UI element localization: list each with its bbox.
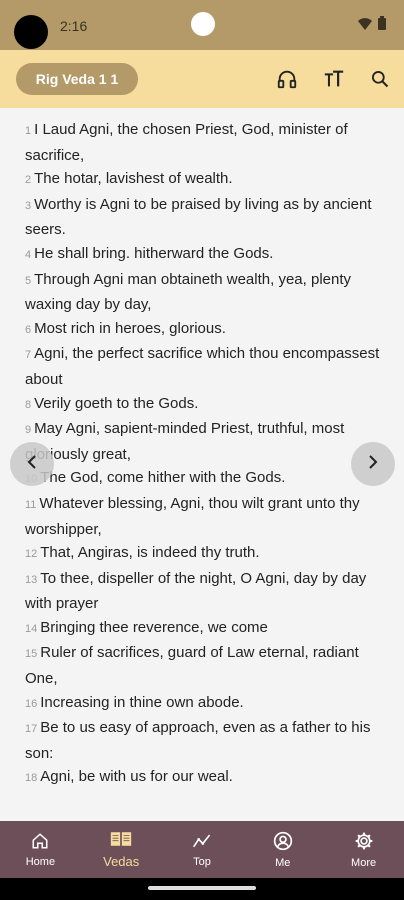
nav-label: Top [193, 855, 211, 868]
chevron-left-icon [24, 454, 40, 475]
verse-text: Agni, the perfect sacrifice which thou e… [25, 345, 380, 388]
verse-number: 8 [25, 398, 32, 411]
gesture-handle[interactable] [148, 886, 256, 890]
headphones-icon[interactable] [275, 67, 299, 91]
nav-label: More [351, 856, 377, 869]
bottom-nav: Home Vedas Top Me More [0, 821, 404, 878]
previous-chapter-button[interactable] [10, 442, 54, 486]
nav-label: Me [275, 856, 291, 869]
verse-text: That, Angiras, is indeed thy truth. [40, 544, 260, 562]
verse-item[interactable]: 12 That, Angiras, is indeed thy truth. [25, 541, 380, 567]
verse-item[interactable]: 3 Worthy is Agni to be praised by living … [25, 193, 380, 242]
verse-text: He shall bring. hitherward the Gods. [34, 244, 274, 262]
verse-item[interactable]: 16 Increasing in thine own abode. [25, 691, 380, 717]
verse-number: 13 [25, 573, 38, 586]
verse-number: 11 [25, 498, 37, 511]
verse-item[interactable]: 13 To thee, dispeller of the night, O Agn… [25, 567, 380, 616]
notification-dot [191, 12, 215, 36]
verse-number: 15 [25, 648, 38, 661]
nav-top[interactable]: Top [162, 821, 243, 878]
nav-me[interactable]: Me [242, 821, 323, 878]
gesture-bar [0, 878, 404, 900]
verse-number: 1 [25, 125, 32, 137]
book-icon [110, 830, 132, 851]
verse-text: The God, come hither with the Gods. [40, 469, 286, 487]
verse-text: Agni, be with us for our weal. [40, 768, 233, 786]
verse-item[interactable]: 9 May Agni, sapient-minded Priest, truthf… [25, 417, 380, 466]
home-icon [31, 832, 49, 853]
verse-text: I Laud Agni, the chosen Priest, God, min… [25, 121, 348, 164]
verse-number: 2 [25, 174, 32, 187]
search-icon[interactable] [368, 67, 392, 91]
verse-item[interactable]: 2 The hotar, lavishest of wealth. [25, 167, 380, 193]
text-size-icon[interactable] [322, 67, 346, 91]
verse-text: Bringing thee reverence, we come [40, 618, 268, 636]
battery-icon [378, 16, 386, 35]
verse-text: The hotar, lavishest of wealth. [34, 170, 233, 188]
verse-number: 14 [25, 622, 38, 635]
verse-item[interactable]: 11 Whatever blessing, Agni, thou wilt gra… [25, 492, 380, 541]
nav-more[interactable]: More [323, 821, 404, 878]
verse-text: Worthy is Agni to be praised by living a… [25, 195, 372, 239]
next-chapter-button[interactable] [351, 442, 395, 486]
nav-vedas[interactable]: Vedas [81, 821, 162, 878]
verse-item[interactable]: 8 Verily goeth to the Gods. [25, 392, 380, 418]
verse-item[interactable]: 5 Through Agni man obtaineth wealth, yea,… [25, 268, 380, 317]
verse-item[interactable]: 15 Ruler of sacrifices, guard of Law eter… [25, 641, 380, 690]
chevron-right-icon [365, 454, 381, 475]
verse-item[interactable]: 1I Laud Agni, the chosen Priest, God, mi… [25, 118, 380, 167]
verse-item[interactable]: 18 Agni, be with us for our weal. [25, 765, 380, 791]
verse-text: May Agni, sapient-minded Priest, truthfu… [25, 420, 345, 463]
verse-item[interactable]: 6 Most rich in heroes, glorious. [25, 317, 380, 343]
chapter-selector-button[interactable]: Rig Veda 1 1 [16, 63, 138, 95]
verse-item[interactable]: 17 Be to us easy of approach, even as a f… [25, 716, 380, 765]
verse-number: 18 [25, 772, 38, 785]
verse-item[interactable]: 10The God, come hither with the Gods. [25, 466, 380, 492]
verse-number: 17 [25, 723, 38, 736]
verse-item[interactable]: 14 Bringing thee reverence, we come [25, 616, 380, 642]
verse-number: 9 [25, 424, 32, 437]
verse-text: Verily goeth to the Gods. [34, 394, 199, 412]
app-bar: Rig Veda 1 1 [0, 50, 404, 108]
verse-item[interactable]: 7 Agni, the perfect sacrifice which thou … [25, 342, 380, 391]
status-icons [358, 16, 386, 35]
verse-number: 7 [25, 349, 32, 362]
verse-number: 6 [25, 323, 32, 336]
wifi-icon [358, 17, 372, 35]
nav-label: Home [25, 855, 56, 868]
gear-icon [354, 831, 374, 854]
verse-text: Ruler of sacrifices, guard of Law eterna… [25, 644, 359, 688]
verse-list: 1I Laud Agni, the chosen Priest, God, mi… [25, 118, 380, 791]
verse-number: 16 [25, 697, 38, 710]
trending-icon [192, 832, 212, 853]
camera-cutout [14, 15, 48, 49]
verse-text: Whatever blessing, Agni, thou wilt grant… [25, 494, 360, 538]
nav-label: Vedas [103, 854, 140, 869]
verse-item[interactable]: 4 He shall bring. hitherward the Gods. [25, 242, 380, 268]
person-icon [273, 831, 293, 854]
verse-text: Most rich in heroes, glorious. [34, 319, 226, 337]
verse-number: 4 [25, 248, 32, 261]
verse-number: 12 [25, 548, 38, 561]
status-time: 2:16 [60, 18, 88, 34]
verse-text: Increasing in thine own abode. [40, 693, 244, 711]
verse-text: To thee, dispeller of the night, O Agni,… [25, 569, 367, 613]
verse-number: 3 [25, 199, 32, 212]
nav-home[interactable]: Home [0, 821, 81, 878]
verse-text: Through Agni man obtaineth wealth, yea, … [25, 270, 351, 314]
verse-text: Be to us easy of approach, even as a fat… [25, 719, 371, 762]
status-bar: 2:16 [0, 0, 404, 50]
verse-number: 5 [25, 274, 32, 287]
